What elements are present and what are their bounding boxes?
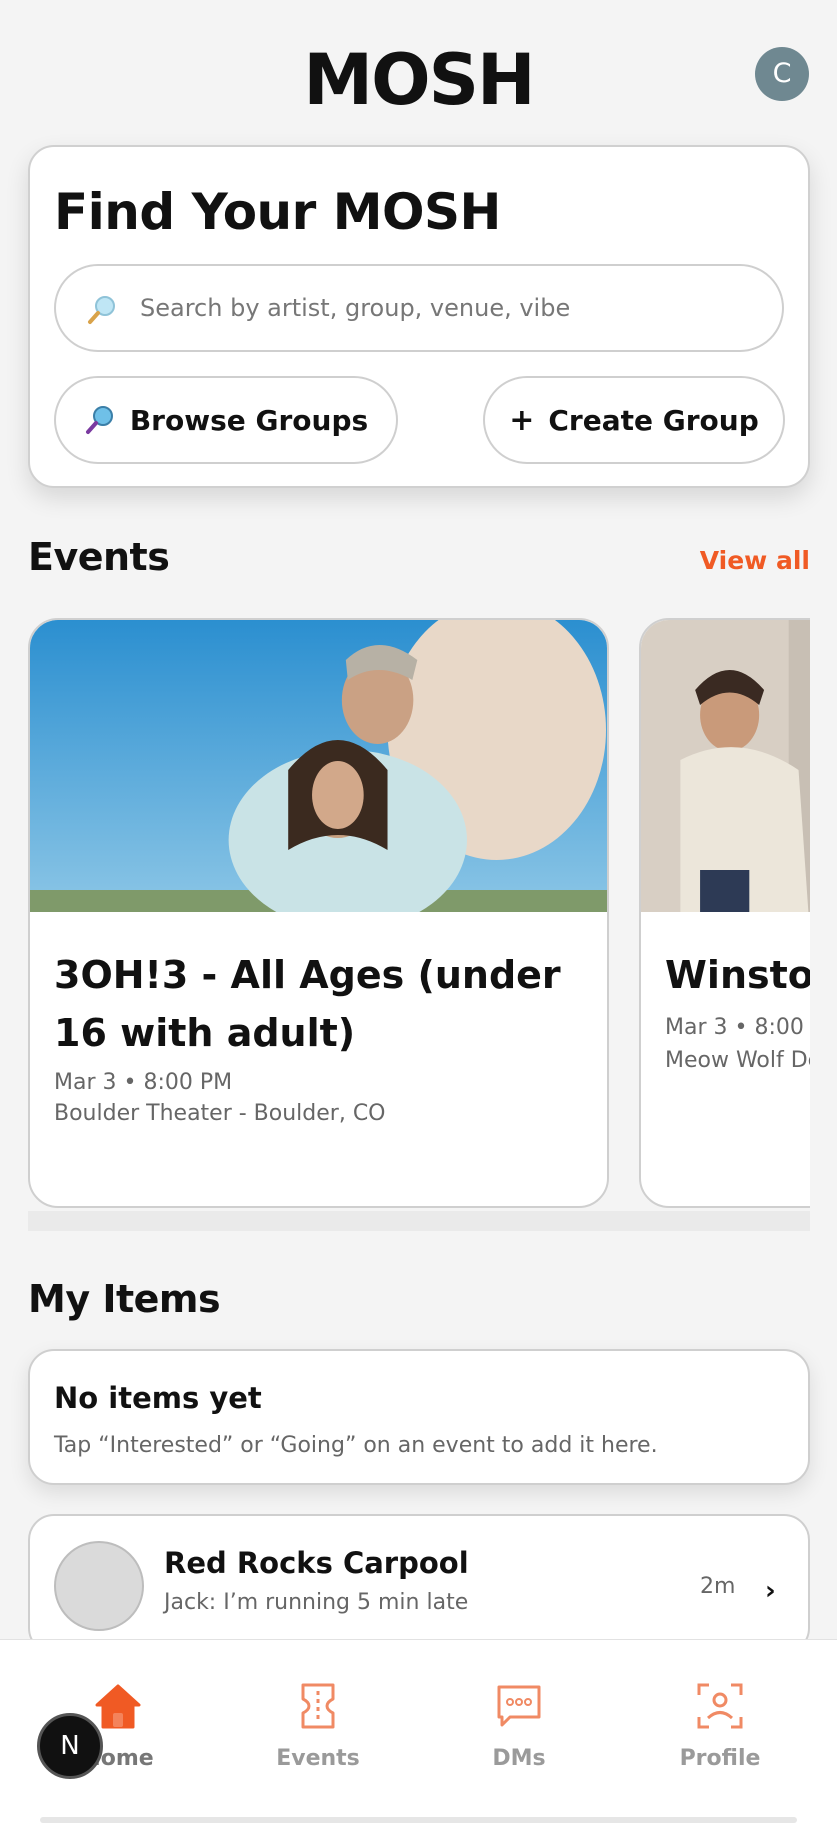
- plus-icon: +: [509, 402, 535, 438]
- nav-dms-label: DMs: [492, 1746, 546, 1771]
- chat-preview: Jack: I’m running 5 min late: [164, 1590, 469, 1615]
- event-date: Mar 3 • 8:00 P: [665, 1015, 810, 1040]
- find-card: Find Your MOSH Browse Groups + Create Gr…: [28, 145, 810, 488]
- chat-title: Red Rocks Carpool: [164, 1546, 469, 1580]
- search-box[interactable]: [54, 264, 784, 352]
- event-photo: [30, 620, 607, 912]
- magnifier-icon: [84, 404, 116, 436]
- browse-groups-label: Browse Groups: [129, 403, 369, 437]
- profile-scan-icon: [630, 1678, 810, 1734]
- empty-items-card: No items yet Tap “Interested” or “Going”…: [28, 1349, 810, 1485]
- create-group-button[interactable]: + Create Group: [483, 376, 785, 464]
- nav-dms[interactable]: DMs: [429, 1678, 609, 1771]
- empty-title: No items yet: [54, 1381, 262, 1415]
- event-venue: Meow Wolf De CO: [665, 1048, 810, 1073]
- chat-avatar: [54, 1541, 144, 1631]
- chevron-right-icon: ›: [765, 1576, 776, 1606]
- chat-bubble-icon: [429, 1678, 609, 1734]
- browse-groups-button[interactable]: Browse Groups: [54, 376, 398, 464]
- events-carousel[interactable]: 3OH!3 - All Ages (under 16 with adult) M…: [28, 615, 810, 1231]
- chat-item[interactable]: Red Rocks Carpool Jack: I’m running 5 mi…: [28, 1514, 810, 1654]
- home-indicator: [40, 1817, 797, 1823]
- event-title: Winsto: [665, 953, 810, 997]
- search-icon: [86, 294, 118, 326]
- view-all-link[interactable]: View all: [700, 546, 810, 575]
- nav-profile-label: Profile: [679, 1746, 761, 1771]
- user-avatar[interactable]: C: [755, 47, 809, 101]
- top-bar: MOSH C: [0, 0, 837, 150]
- event-card[interactable]: 3OH!3 - All Ages (under 16 with adult) M…: [28, 618, 609, 1208]
- event-title: 3OH!3 - All Ages (under 16 with adult): [54, 953, 561, 1055]
- event-photo: [641, 620, 810, 912]
- event-card[interactable]: Winsto Mar 3 • 8:00 P Meow Wolf De CO: [639, 618, 810, 1208]
- nav-profile[interactable]: Profile: [630, 1678, 810, 1771]
- ticket-icon: [228, 1678, 408, 1734]
- my-items-heading: My Items: [28, 1277, 221, 1321]
- brand-logo: MOSH: [303, 39, 535, 121]
- empty-subtitle: Tap “Interested” or “Going” on an event …: [54, 1433, 658, 1458]
- create-group-label: Create Group: [548, 403, 759, 437]
- nav-events-label: Events: [276, 1746, 360, 1771]
- search-input[interactable]: [140, 268, 760, 348]
- find-title: Find Your MOSH: [54, 183, 501, 241]
- bottom-nav: Home Events DMs Profile: [0, 1639, 837, 1829]
- event-venue: Boulder Theater - Boulder, CO: [54, 1101, 386, 1126]
- nav-events[interactable]: Events: [228, 1678, 408, 1771]
- events-heading: Events: [28, 535, 170, 579]
- floating-n-button[interactable]: N: [37, 1713, 103, 1779]
- chat-time: 2m: [700, 1574, 736, 1599]
- carousel-track: [28, 1211, 810, 1231]
- event-date: Mar 3 • 8:00 PM: [54, 1070, 233, 1095]
